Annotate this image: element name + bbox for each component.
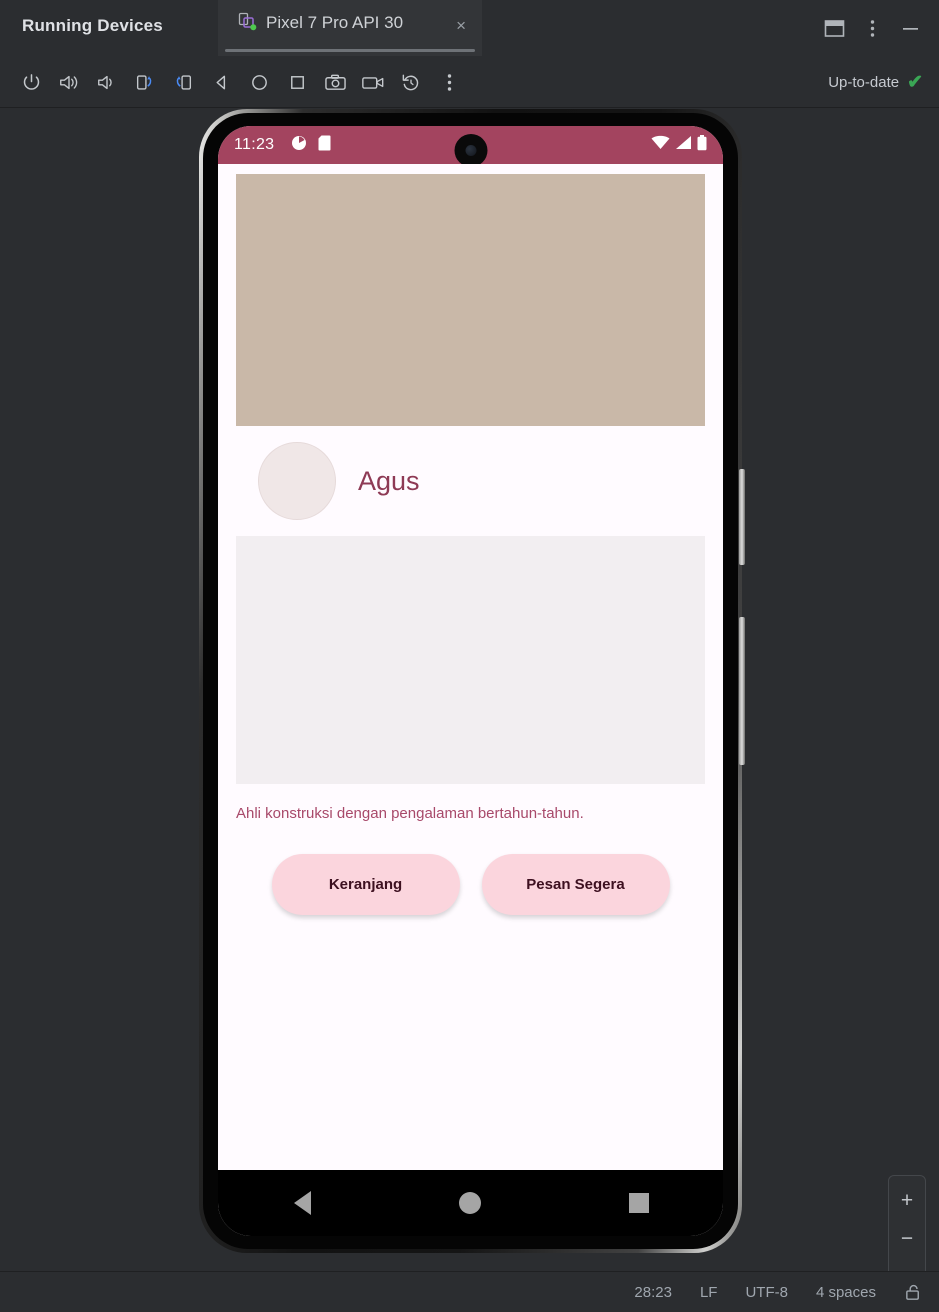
device-status: Up-to-date ✔ xyxy=(828,56,923,108)
profile-name: Agus xyxy=(358,465,420,496)
wifi-icon xyxy=(651,135,670,155)
app-content: Agus Ahli konstruksi dengan pengalaman b… xyxy=(218,164,723,1170)
rotate-history-button[interactable] xyxy=(394,65,428,99)
active-tab-indicator xyxy=(225,49,475,52)
rotate-right-button[interactable] xyxy=(166,65,200,99)
device-screen[interactable]: 11:23 Agus Ahli konstruksi dengan pengal… xyxy=(218,126,723,1236)
device-tab-label: Pixel 7 Pro API 30 xyxy=(266,13,404,32)
phone-volume-side-button[interactable] xyxy=(739,617,745,765)
phone-frame: 11:23 Agus Ahli konstruksi dengan pengal… xyxy=(199,109,745,1253)
record-button[interactable] xyxy=(356,65,390,99)
emulator-display-area[interactable]: 11:23 Agus Ahli konstruksi dengan pengal… xyxy=(0,109,939,1312)
indent-setting[interactable]: 4 spaces xyxy=(816,1284,876,1301)
tool-window-title: Running Devices xyxy=(22,16,163,35)
profile-row: Agus xyxy=(236,426,705,536)
volume-up-button[interactable] xyxy=(52,65,86,99)
cellular-signal-icon xyxy=(675,135,692,155)
status-bar-clock: 11:23 xyxy=(234,136,275,153)
action-button-row: Keranjang Pesan Segera xyxy=(236,854,705,915)
product-detail-image xyxy=(236,536,705,784)
order-now-button[interactable]: Pesan Segera xyxy=(481,854,670,915)
android-status-bar: 11:23 xyxy=(218,126,723,167)
home-button[interactable] xyxy=(242,65,276,99)
avatar xyxy=(258,442,336,520)
battery-icon xyxy=(697,134,707,156)
window-controls xyxy=(817,12,927,44)
android-navigation-bar xyxy=(218,1170,723,1236)
close-tab-button[interactable]: × xyxy=(456,17,466,34)
front-camera-punch-hole xyxy=(454,134,487,167)
minimize-icon[interactable] xyxy=(893,12,927,44)
zoom-in-button[interactable]: + xyxy=(888,1182,926,1220)
nav-home-button[interactable] xyxy=(437,1170,503,1236)
caret-position[interactable]: 28:23 xyxy=(634,1284,672,1301)
nav-back-button[interactable] xyxy=(269,1170,335,1236)
file-encoding[interactable]: UTF-8 xyxy=(745,1284,788,1301)
unlocked-icon[interactable] xyxy=(904,1283,923,1302)
line-separator[interactable]: LF xyxy=(700,1284,718,1301)
check-icon: ✔ xyxy=(907,71,923,93)
overview-button[interactable] xyxy=(280,65,314,99)
phone-power-side-button[interactable] xyxy=(739,469,745,565)
device-running-icon xyxy=(237,11,257,36)
more-vertical-icon[interactable] xyxy=(855,12,889,44)
product-description: Ahli konstruksi dengan pengalaman bertah… xyxy=(236,805,584,822)
zoom-out-button[interactable]: − xyxy=(888,1220,926,1258)
window-title-bar: Running Devices Pixel 7 Pro API 30 × xyxy=(0,0,939,56)
app-notification-icon xyxy=(291,135,307,156)
window-layout-icon[interactable] xyxy=(817,12,851,44)
back-button[interactable] xyxy=(204,65,238,99)
volume-down-button[interactable] xyxy=(90,65,124,99)
nav-recents-button[interactable] xyxy=(606,1170,672,1236)
ide-status-bar: 28:23 LF UTF-8 4 spaces xyxy=(0,1271,939,1312)
screenshot-button[interactable] xyxy=(318,65,352,99)
product-hero-image xyxy=(236,174,705,426)
toolbar-more-options-button[interactable] xyxy=(432,65,466,99)
rotate-left-button[interactable] xyxy=(128,65,162,99)
device-toolbar: Up-to-date ✔ xyxy=(0,56,939,108)
up-to-date-label: Up-to-date xyxy=(828,73,900,91)
power-button[interactable] xyxy=(14,65,48,99)
sd-card-icon xyxy=(318,135,331,156)
device-tab-pixel-7-pro[interactable]: Pixel 7 Pro API 30 × xyxy=(218,0,482,56)
cart-button[interactable]: Keranjang xyxy=(271,854,460,915)
